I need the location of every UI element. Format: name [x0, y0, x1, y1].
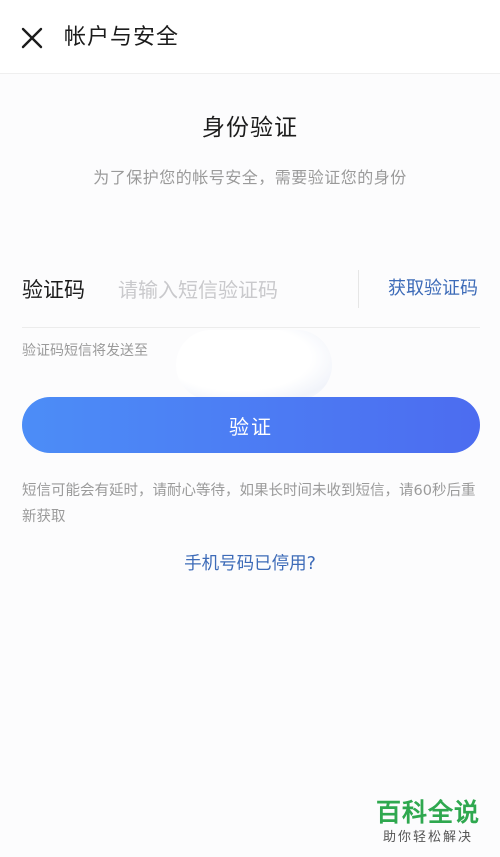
close-icon — [21, 27, 43, 49]
watermark-title: 百科全说 — [375, 798, 480, 827]
send-destination-note: 验证码短信将发送至 — [22, 343, 148, 359]
verification-subtitle: 为了保护您的帐号安全，需要验证您的身份 — [93, 168, 407, 187]
top-bar: 帐户与安全 — [0, 0, 500, 74]
watermark-subtitle: 助你轻松解决 — [382, 830, 473, 845]
watermark-logo: 百科全说 助你轻松解决 — [372, 797, 484, 847]
sms-delay-note: 短信可能会有延时，请耐心等待，如果长时间未收到短信，请60秒后重新获取 — [22, 483, 476, 525]
verification-code-input[interactable] — [118, 272, 350, 308]
account-security-page: 帐户与安全 身份验证 为了保护您的帐号安全，需要验证您的身份 验证码 获取验证码… — [0, 0, 500, 857]
verification-code-row: 验证码 获取验证码 — [22, 262, 480, 328]
get-code-button[interactable]: 获取验证码 — [388, 276, 478, 302]
verify-button[interactable]: 验证 — [22, 397, 480, 453]
code-field-label: 验证码 — [22, 278, 85, 302]
phone-disabled-link[interactable]: 手机号码已停用? — [0, 550, 500, 578]
close-button[interactable] — [14, 20, 50, 56]
page-title: 帐户与安全 — [64, 25, 180, 50]
masked-phone-number — [176, 330, 332, 400]
identity-verification-heading: 身份验证 — [202, 115, 298, 141]
field-divider — [358, 270, 359, 308]
